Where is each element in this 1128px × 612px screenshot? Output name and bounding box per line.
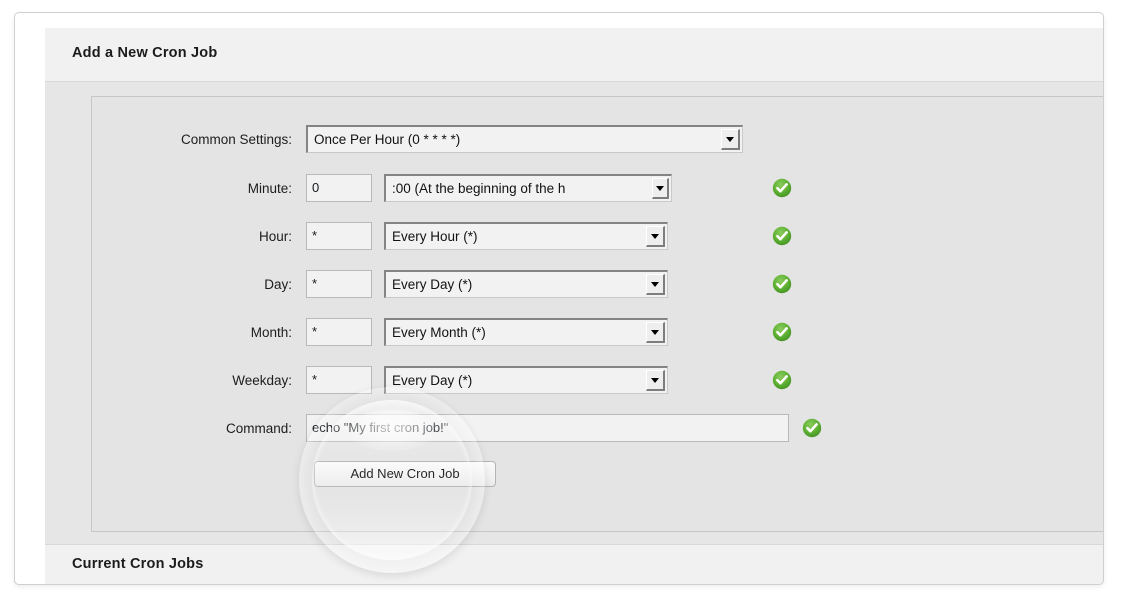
command-input[interactable]: echo "My first cron job!" — [306, 414, 789, 442]
form-row-minute: Minute: 0 :00 (At the beginning of the h — [92, 174, 1103, 204]
chevron-down-icon[interactable] — [721, 129, 740, 150]
select-common-settings-value: Once Per Hour (0 * * * *) — [314, 132, 461, 147]
current-cron-jobs-title: Current Cron Jobs — [72, 556, 204, 572]
chevron-down-icon[interactable] — [646, 274, 665, 295]
select-month-value: Every Month (*) — [392, 325, 486, 340]
label-day: Day: — [264, 277, 292, 292]
check-circle-icon — [772, 322, 792, 342]
check-circle-icon — [772, 226, 792, 246]
form-row-hour: Hour: * Every Hour (*) — [92, 222, 1103, 252]
form-row-command: Command: echo "My first cron job!" — [92, 414, 1103, 444]
hour-input[interactable]: * — [306, 222, 372, 250]
form-row-common-settings: Common Settings: Once Per Hour (0 * * * … — [92, 125, 1103, 155]
current-cron-jobs-section-header: Current Cron Jobs — [45, 544, 1103, 584]
weekday-input[interactable]: * — [306, 366, 372, 394]
check-circle-icon — [772, 370, 792, 390]
select-day-value: Every Day (*) — [392, 277, 473, 292]
label-hour: Hour: — [258, 229, 292, 244]
chevron-down-icon[interactable] — [646, 226, 665, 247]
form-row-month: Month: * Every Month (*) — [92, 318, 1103, 348]
select-hour-value: Every Hour (*) — [392, 229, 478, 244]
form-row-day: Day: * Every Day (*) — [92, 270, 1103, 300]
browser-window-frame: Add a New Cron Job Common Settings: Once… — [14, 12, 1104, 585]
page-title: Add a New Cron Job — [72, 45, 218, 61]
label-weekday: Weekday: — [232, 373, 292, 388]
select-weekday[interactable]: Every Day (*) — [384, 366, 668, 394]
label-common-settings: Common Settings: — [180, 132, 292, 147]
select-minute-value: :00 (At the beginning of the h — [392, 181, 566, 196]
select-month[interactable]: Every Month (*) — [384, 318, 668, 346]
month-input[interactable]: * — [306, 318, 372, 346]
check-circle-icon — [802, 418, 822, 438]
day-input[interactable]: * — [306, 270, 372, 298]
chevron-down-icon[interactable] — [646, 322, 665, 343]
cron-job-form-fieldset: Common Settings: Once Per Hour (0 * * * … — [91, 96, 1103, 532]
chevron-down-icon[interactable] — [652, 178, 669, 199]
select-day[interactable]: Every Day (*) — [384, 270, 668, 298]
add-cron-job-section-header: Add a New Cron Job — [45, 28, 1103, 82]
select-common-settings[interactable]: Once Per Hour (0 * * * *) — [306, 125, 743, 153]
add-new-cron-job-button[interactable]: Add New Cron Job — [314, 461, 496, 487]
label-minute: Minute: — [247, 181, 292, 196]
select-hour[interactable]: Every Hour (*) — [384, 222, 668, 250]
check-circle-icon — [772, 274, 792, 294]
select-minute[interactable]: :00 (At the beginning of the h — [384, 174, 672, 202]
label-month: Month: — [250, 325, 292, 340]
minute-input[interactable]: 0 — [306, 174, 372, 202]
label-command: Command: — [225, 421, 292, 436]
select-weekday-value: Every Day (*) — [392, 373, 473, 388]
form-row-weekday: Weekday: * Every Day (*) — [92, 366, 1103, 396]
cron-jobs-content-panel: Add a New Cron Job Common Settings: Once… — [45, 28, 1103, 584]
check-circle-icon — [772, 178, 792, 198]
chevron-down-icon[interactable] — [646, 370, 665, 391]
